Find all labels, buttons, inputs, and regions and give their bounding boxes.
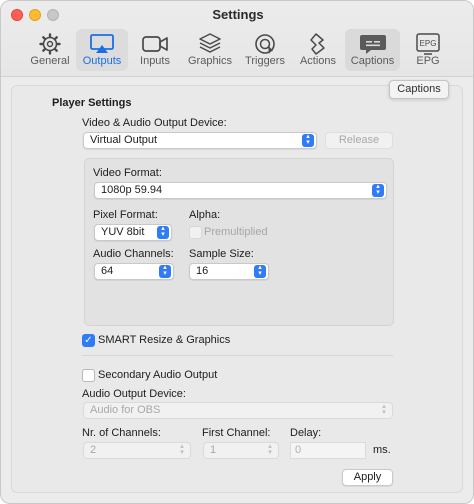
secondary-audio-label: Secondary Audio Output — [98, 369, 218, 381]
smart-resize-label: SMART Resize & Graphics — [98, 334, 231, 346]
audio-channels-select[interactable]: 64 ▴ ▾ — [94, 263, 174, 280]
audio-channels-label: Audio Channels: — [93, 248, 174, 260]
svg-text:EPG: EPG — [420, 39, 437, 48]
chevron-updown-icon: ▴ ▾ — [382, 403, 386, 416]
tab-label: Actions — [299, 55, 337, 67]
video-format-label: Video Format: — [93, 167, 162, 179]
video-format-value: 1080p 59.94 — [101, 184, 163, 196]
tab-epg[interactable]: EPG EPG — [406, 29, 450, 71]
player-format-group: Video Format: 1080p 59.94 ▴ ▾ Pixel Forma… — [84, 158, 394, 326]
airplay-display-icon — [90, 34, 114, 53]
window-title: Settings — [212, 7, 264, 22]
output-device-label: Video & Audio Output Device: — [82, 117, 227, 129]
tab-actions[interactable]: Actions — [295, 29, 341, 71]
delay-unit-label: ms. — [373, 444, 391, 456]
tab-label: Inputs — [140, 55, 170, 67]
tab-label: Triggers — [245, 55, 285, 67]
captions-icon — [359, 35, 386, 54]
tab-captions[interactable]: Captions — [345, 29, 400, 71]
video-camera-icon — [142, 36, 168, 52]
first-channel-label: First Channel: — [202, 427, 271, 439]
tab-label: General — [30, 55, 70, 67]
tab-label: Outputs — [82, 55, 122, 67]
tab-label: Graphics — [187, 55, 233, 67]
delay-label: Delay: — [290, 427, 322, 439]
channels-count-select[interactable]: 2 ▴ ▾ — [83, 442, 191, 459]
tab-label: Captions — [350, 55, 395, 67]
apply-button[interactable]: Apply — [342, 469, 393, 486]
smart-resize-checkbox[interactable]: ✓ — [82, 334, 95, 347]
audio-output-device-label: Audio Output Device: — [82, 388, 186, 400]
tab-triggers[interactable]: Triggers — [240, 29, 290, 71]
sample-size-label: Sample Size: — [189, 248, 254, 260]
channels-count-value: 2 — [90, 444, 97, 456]
audio-output-device-value: Audio for OBS — [90, 404, 161, 416]
premultiplied-checkbox[interactable] — [189, 226, 202, 239]
chevron-updown-icon: ▴ ▾ — [180, 443, 184, 456]
trigger-dial-icon — [255, 34, 275, 54]
audio-output-device-select[interactable]: Audio for OBS ▴ ▾ — [83, 402, 393, 419]
checkmark-icon: ✓ — [84, 335, 93, 346]
output-device-select[interactable]: Virtual Output ▴ ▾ — [83, 132, 317, 149]
chevron-updown-icon: ▴ ▾ — [302, 133, 314, 147]
release-button[interactable]: Release — [325, 132, 393, 149]
video-format-select[interactable]: 1080p 59.94 ▴ ▾ — [94, 182, 387, 199]
channels-count-label: Nr. of Channels: — [82, 427, 161, 439]
tab-graphics[interactable]: Graphics — [184, 29, 236, 71]
tab-general[interactable]: General — [27, 29, 73, 71]
secondary-audio-checkbox[interactable] — [82, 369, 95, 382]
tab-label: EPG — [416, 55, 440, 67]
pixel-format-label: Pixel Format: — [93, 209, 158, 221]
pixel-format-value: YUV 8bit — [101, 226, 145, 238]
premultiplied-label: Premultiplied — [204, 226, 268, 238]
alpha-label: Alpha: — [189, 209, 221, 221]
first-channel-select[interactable]: 1 ▴ ▾ — [203, 442, 279, 459]
section-divider — [82, 355, 393, 356]
first-channel-value: 1 — [210, 444, 217, 456]
outputs-panel: Player Settings Video & Audio Output Dev… — [11, 85, 463, 493]
sample-size-select[interactable]: 16 ▴ ▾ — [189, 263, 269, 280]
chevron-updown-icon: ▴ ▾ — [254, 264, 266, 278]
layers-stack-icon — [199, 33, 221, 53]
pixel-format-select[interactable]: YUV 8bit ▴ ▾ — [94, 224, 172, 241]
delay-input[interactable]: 0 — [290, 442, 366, 459]
actions-bolt-icon — [310, 33, 325, 55]
chevron-updown-icon: ▴ ▾ — [157, 225, 169, 239]
tab-outputs[interactable]: Outputs — [76, 29, 128, 71]
gear-icon — [39, 33, 61, 55]
sample-size-value: 16 — [196, 265, 209, 277]
audio-channels-value: 64 — [101, 265, 114, 277]
chevron-updown-icon: ▴ ▾ — [372, 183, 384, 197]
player-settings-title: Player Settings — [52, 97, 132, 109]
tab-inputs[interactable]: Inputs — [132, 29, 178, 71]
chevron-updown-icon: ▴ ▾ — [268, 443, 272, 456]
captions-tooltip: Captions — [389, 80, 449, 99]
chevron-updown-icon: ▴ ▾ — [159, 264, 171, 278]
settings-window: Settings General Outputs Inputs Graphics… — [0, 0, 474, 504]
epg-icon: EPG — [416, 33, 440, 55]
output-device-value: Virtual Output — [90, 134, 158, 146]
title-bar: Settings General Outputs Inputs Graphics… — [1, 1, 473, 77]
